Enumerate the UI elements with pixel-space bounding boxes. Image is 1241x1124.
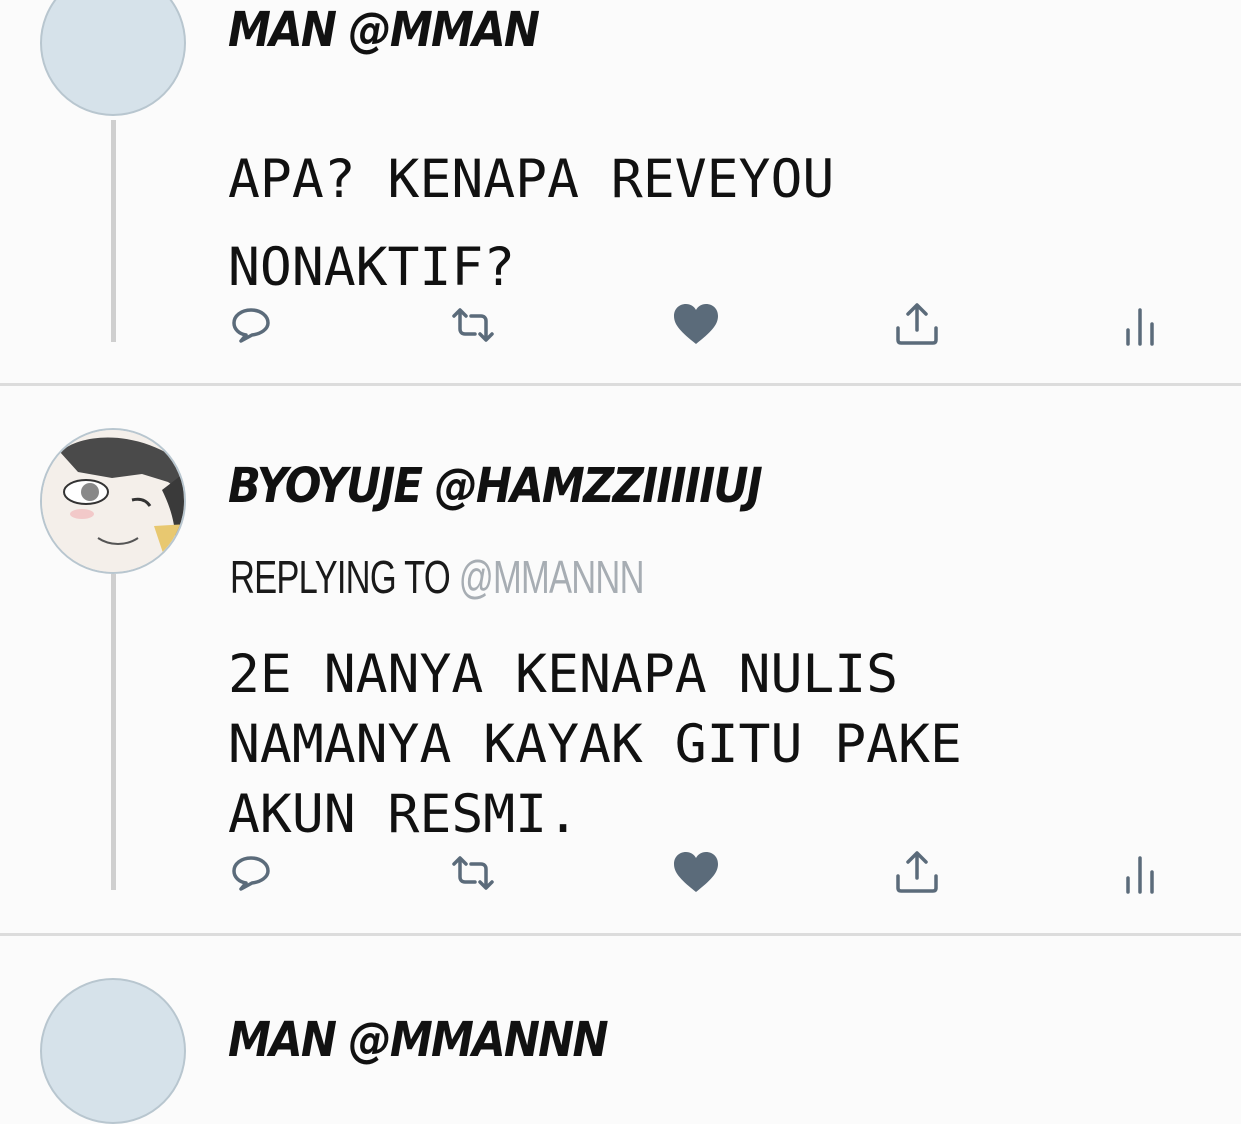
analytics-button[interactable]	[1115, 300, 1165, 350]
avatar[interactable]	[40, 978, 186, 1124]
retweet-icon	[452, 856, 494, 890]
reply-icon	[232, 856, 270, 891]
like-button[interactable]	[671, 848, 721, 898]
share-button[interactable]	[892, 848, 942, 898]
tweet-text: APA? KENAPA REVEYOU NONAKTIF?	[228, 149, 835, 298]
like-button[interactable]	[671, 300, 721, 350]
retweet-icon	[452, 308, 494, 342]
like-icon	[674, 304, 718, 344]
analytics-icon	[1126, 308, 1154, 346]
tweet-divider	[0, 383, 1241, 386]
analytics-button[interactable]	[1115, 848, 1165, 898]
thread-line	[111, 574, 116, 890]
reply-icon	[232, 308, 270, 343]
retweet-button[interactable]	[448, 300, 498, 350]
share-button[interactable]	[892, 300, 942, 350]
tweet-actions	[0, 300, 1241, 350]
avatar-illustration	[42, 430, 184, 572]
tweet-text: 2E NANYA KENAPA NULIS NAMANYA KAYAK GITU…	[228, 644, 962, 845]
like-icon	[674, 852, 718, 892]
tweet-divider	[0, 933, 1241, 936]
reply-button[interactable]	[226, 300, 276, 350]
tweet-author[interactable]: MAN @MMAN	[228, 2, 540, 58]
retweet-button[interactable]	[448, 848, 498, 898]
tweet-author[interactable]: BYOYUJE @HAMZZIIIIIUJ	[228, 458, 763, 514]
share-icon	[896, 851, 938, 893]
avatar[interactable]	[40, 0, 186, 116]
tweet-author[interactable]: MAN @MMANNN	[228, 1012, 609, 1068]
replying-to: REPLYING TO @MMANNN	[230, 550, 645, 604]
reply-button[interactable]	[226, 848, 276, 898]
replying-to-label: REPLYING TO	[230, 551, 459, 603]
avatar[interactable]	[40, 428, 186, 574]
reply-handle-link[interactable]: @MMANNN	[459, 551, 645, 603]
tweet-actions	[0, 848, 1241, 898]
share-icon	[896, 303, 938, 345]
analytics-icon	[1126, 856, 1154, 894]
